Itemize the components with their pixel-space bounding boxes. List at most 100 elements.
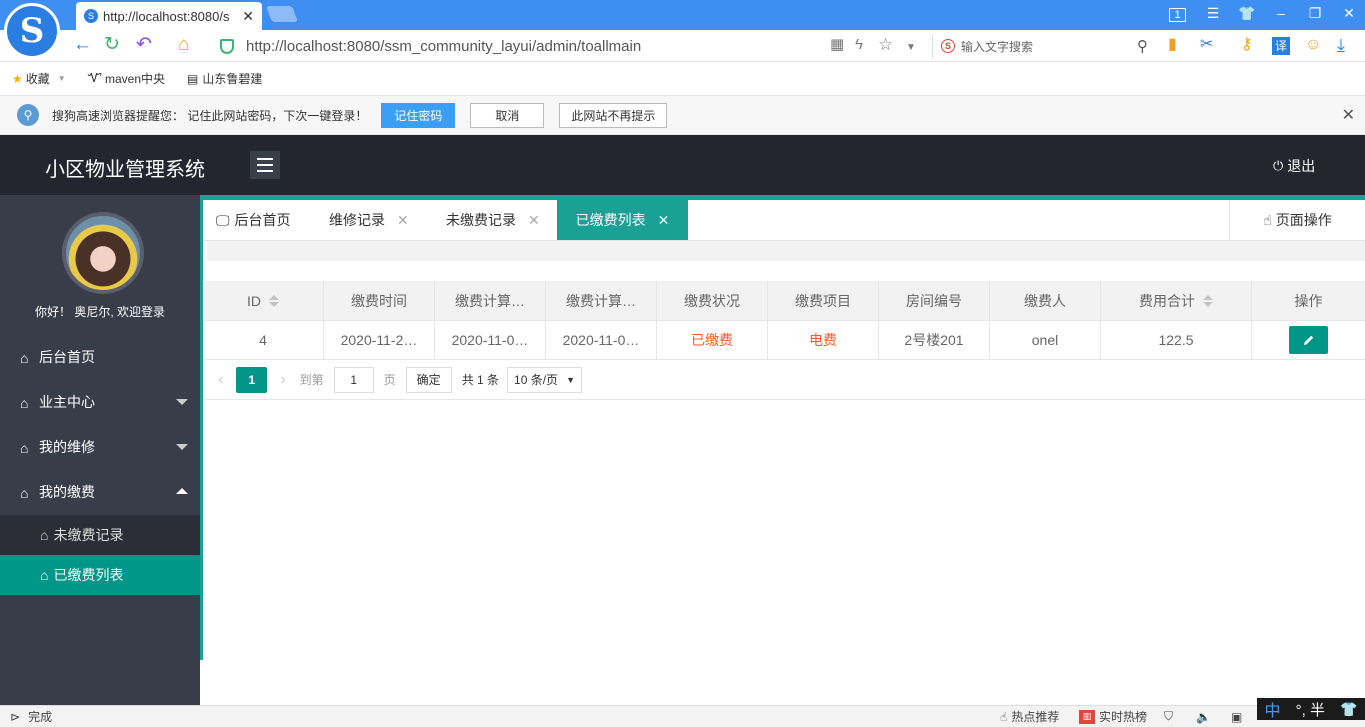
column-header-status: 缴费状况 bbox=[657, 281, 768, 321]
realtime-label: 实时热榜 bbox=[1099, 710, 1148, 724]
never-prompt-button[interactable]: 此网站不再提示 bbox=[559, 102, 668, 128]
edit-button[interactable] bbox=[1289, 326, 1328, 354]
new-tab-button[interactable] bbox=[266, 6, 298, 22]
secure-shield-icon bbox=[220, 38, 234, 54]
realtime-hot-link[interactable]: ▥ 实时热榜 bbox=[1079, 708, 1147, 725]
emoji-icon[interactable]: ☺ bbox=[1305, 34, 1321, 56]
translate-icon[interactable]: 译 bbox=[1272, 37, 1290, 55]
cell-actions bbox=[1252, 321, 1365, 359]
tab-unpaid[interactable]: 未缴费记录 ✕ bbox=[446, 200, 540, 240]
pagination: ‹ 1 › 到第 1 页 确定 共 1 条 10 条/页 ▼ bbox=[203, 360, 1365, 400]
favorite-star-icon[interactable]: ☆ bbox=[878, 34, 893, 56]
home-outline-icon: ⌂ bbox=[20, 394, 29, 411]
skin-icon[interactable]: 👕 bbox=[1237, 5, 1257, 22]
info-icon: ⚲ bbox=[17, 104, 39, 126]
extension-icon[interactable]: ▮ bbox=[1168, 34, 1177, 56]
tab-close-icon[interactable]: ✕ bbox=[242, 8, 254, 25]
undo-icon[interactable]: ↶ bbox=[136, 34, 152, 56]
url-field[interactable]: http://localhost:8080/ssm_community_layu… bbox=[220, 34, 920, 58]
tab-close-icon[interactable]: ✕ bbox=[397, 212, 409, 229]
cell-room: 2号楼201 bbox=[879, 321, 990, 359]
menu-icon[interactable]: ☰ bbox=[1203, 5, 1223, 22]
lightning-icon[interactable]: ϟ bbox=[855, 34, 863, 56]
maven-icon: Ꮙ bbox=[87, 71, 103, 85]
remember-password-button[interactable]: 记住密码 bbox=[381, 102, 456, 128]
page-unit-label: 页 bbox=[383, 373, 396, 387]
tab-close-icon[interactable]: ✕ bbox=[528, 212, 540, 229]
prev-page-icon[interactable]: ‹ bbox=[218, 371, 223, 389]
home-outline-icon: ⌂ bbox=[20, 484, 29, 501]
site-favicon-icon: S bbox=[84, 9, 98, 23]
sidebar: 你好！ 奥尼尔, 欢迎登录 ⌂ 后台首页 ⌂ 业主中心 ⌂ 我的维修 ⌂ 我的缴… bbox=[0, 195, 200, 705]
page-ops-label: 页面操作 bbox=[1275, 212, 1332, 228]
welcome-text: 你好！ 奥尼尔, 欢迎登录 bbox=[34, 305, 165, 319]
total-count: 共 1 条 bbox=[461, 373, 500, 387]
column-header-calc-start: 缴费计算… bbox=[435, 281, 546, 321]
address-bar-row: ← ↻ ↶ ⌂ http://localhost:8080/ssm_commun… bbox=[0, 30, 1365, 62]
refresh-icon[interactable]: ↻ bbox=[104, 34, 120, 56]
column-header-total[interactable]: 费用合计 bbox=[1101, 281, 1252, 321]
speaker-icon[interactable]: 🔈 bbox=[1196, 710, 1211, 724]
bookmark-label: 山东鲁碧建 bbox=[202, 72, 263, 86]
key-icon[interactable]: ⚷ bbox=[1241, 34, 1253, 56]
hot-recommend-link[interactable]: ☝ 热点推荐 bbox=[1000, 708, 1059, 725]
tab-repair[interactable]: 维修记录 ✕ bbox=[329, 200, 409, 240]
bookmark-shandong[interactable]: ▤ 山东鲁碧建 bbox=[187, 70, 262, 87]
qr-code-icon[interactable]: ▦ bbox=[830, 34, 844, 56]
sidebar-item-owner-center[interactable]: ⌂ 业主中心 bbox=[0, 379, 200, 424]
sidebar-item-my-payment[interactable]: ⌂ 我的缴费 bbox=[0, 469, 200, 514]
column-header-room: 房间编号 bbox=[879, 281, 990, 321]
notice-close-icon[interactable]: ✕ bbox=[1342, 105, 1355, 125]
content-left-accent bbox=[200, 195, 203, 660]
browser-logo[interactable]: S bbox=[4, 3, 60, 59]
window-close-icon[interactable]: ✕ bbox=[1339, 5, 1359, 22]
sort-icon[interactable] bbox=[1203, 294, 1213, 307]
lock-icon[interactable]: ▣ bbox=[1231, 710, 1242, 724]
bookmark-label: maven中央 bbox=[105, 72, 166, 86]
logout-label: 退出 bbox=[1287, 158, 1316, 174]
shield-icon[interactable]: ⛉ bbox=[1164, 709, 1173, 724]
chevron-down-icon bbox=[176, 399, 188, 405]
browser-tab-active[interactable]: S http://localhost:8080/s ✕ bbox=[76, 2, 262, 30]
cancel-button[interactable]: 取消 bbox=[470, 102, 545, 128]
sidebar-toggle-icon[interactable]: ⊳ bbox=[10, 710, 20, 724]
url-dropdown-icon[interactable]: ▼ bbox=[906, 37, 916, 59]
sidebar-item-home[interactable]: ⌂ 后台首页 bbox=[0, 334, 200, 379]
minimize-icon[interactable]: – bbox=[1271, 5, 1291, 21]
menu-toggle-button[interactable] bbox=[250, 151, 280, 179]
page-operations-button[interactable]: ☝ 页面操作 bbox=[1229, 200, 1365, 240]
restore-icon[interactable]: ❐ bbox=[1305, 5, 1325, 22]
goto-confirm-button[interactable]: 确定 bbox=[405, 366, 452, 393]
bookmark-favorites[interactable]: ★ 收藏 ▼ bbox=[12, 70, 66, 87]
tab-count-icon[interactable]: 1 bbox=[1169, 8, 1186, 22]
sidebar-subitem-paid[interactable]: ⌂ 已缴费列表 bbox=[0, 555, 200, 595]
home-icon[interactable]: ⌂ bbox=[178, 34, 189, 56]
logout-button[interactable]: ⏻ 退出 bbox=[1273, 156, 1315, 176]
back-icon[interactable]: ← bbox=[73, 34, 92, 56]
chevron-down-icon: ▼ bbox=[566, 374, 576, 385]
cell-payer: onel bbox=[990, 321, 1101, 359]
next-page-icon[interactable]: › bbox=[280, 371, 285, 389]
goto-page-input[interactable]: 1 bbox=[333, 366, 374, 393]
scissors-icon[interactable]: ✂ bbox=[1200, 34, 1213, 56]
hand-icon: ☝ bbox=[1000, 709, 1008, 724]
page-number-current[interactable]: 1 bbox=[236, 366, 268, 393]
sidebar-item-my-repair[interactable]: ⌂ 我的维修 bbox=[0, 424, 200, 469]
search-input[interactable]: S 输入文字搜索 ⚲ bbox=[932, 34, 1154, 58]
sidebar-item-label: 业主中心 bbox=[39, 393, 95, 410]
table-header-row: ID 缴费时间 缴费计算… 缴费计算… 缴费状况 缴费项目 房间编号 缴费人 费… bbox=[203, 281, 1365, 321]
ime-mode: °, 半 bbox=[1295, 701, 1325, 719]
sidebar-subitem-unpaid[interactable]: ⌂ 未缴费记录 bbox=[0, 515, 200, 555]
ime-toolbar[interactable]: 中 °, 半 👕 bbox=[1257, 698, 1365, 720]
column-header-id[interactable]: ID bbox=[203, 281, 324, 321]
tab-close-icon[interactable]: ✕ bbox=[658, 212, 670, 229]
download-icon[interactable]: ⤓ bbox=[1337, 34, 1345, 56]
chevron-up-icon bbox=[176, 488, 188, 494]
sort-icon[interactable] bbox=[269, 294, 279, 307]
search-icon[interactable]: ⚲ bbox=[1137, 37, 1148, 55]
bookmark-maven[interactable]: Ꮙ maven中央 bbox=[88, 70, 165, 87]
tab-paid[interactable]: 已缴费列表 ✕ bbox=[557, 200, 688, 240]
tab-home[interactable]: 🖵 后台首页 bbox=[216, 200, 291, 240]
bar-chart-icon: ▥ bbox=[1079, 709, 1095, 724]
page-size-select[interactable]: 10 条/页 ▼ bbox=[507, 366, 583, 393]
